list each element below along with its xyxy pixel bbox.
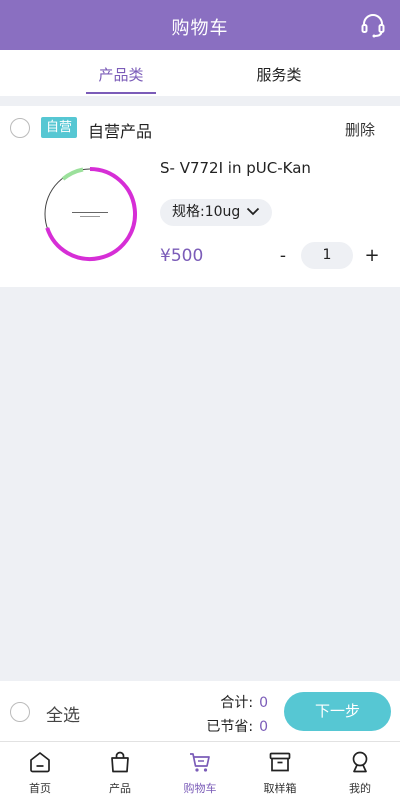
select-all-label[interactable]: 全选 [46, 701, 80, 726]
quantity-input[interactable]: 1 [301, 242, 353, 269]
box-icon [269, 752, 291, 772]
total-row: 合计: 0 [220, 692, 268, 712]
product-price: ¥500 [160, 246, 204, 266]
page-title: 购物车 [171, 18, 229, 39]
checkout-bar: 全选 合计: 0 已节省: 0 下一步 [0, 681, 400, 741]
self-operated-tag: 自营 [41, 117, 78, 138]
bag-icon [111, 751, 129, 773]
tabbar-item-cart[interactable]: 购物车 [160, 742, 240, 800]
saved-value: 0 [259, 719, 268, 735]
headset-icon[interactable] [360, 12, 386, 38]
active-tab-indicator [86, 92, 156, 94]
spec-selector[interactable]: 规格:10ug [160, 199, 273, 226]
tabbar-item-sample-box[interactable]: 取样箱 [240, 742, 320, 800]
tab-products[interactable]: 产品类 [81, 64, 161, 85]
tabbar-item-products[interactable]: 产品 [80, 742, 160, 800]
tabbar-item-home[interactable]: 首页 [0, 742, 80, 800]
total-label: 合计: [220, 695, 254, 711]
chevron-down-icon [247, 207, 260, 216]
select-all-radio[interactable] [10, 702, 30, 722]
saved-label: 已节省: [206, 719, 254, 735]
tabbar-label-profile: 我的 [349, 782, 371, 795]
increase-quantity-button[interactable]: + [364, 245, 380, 266]
cart-icon [190, 753, 210, 772]
group-title: 自营产品 [88, 122, 153, 141]
delete-button[interactable]: 删除 [345, 119, 375, 140]
tabbar-item-profile[interactable]: 我的 [320, 742, 400, 800]
tabbar-label-home: 首页 [29, 782, 51, 795]
plasmid-map-thumbnail[interactable] [38, 162, 142, 266]
home-icon [30, 752, 50, 773]
next-step-button[interactable]: 下一步 [284, 692, 391, 731]
spec-label: 规格:10ug [172, 204, 241, 220]
saved-row: 已节省: 0 [206, 716, 268, 736]
bottom-tab-bar: 首页 产品 购物车 取样箱 我的 [0, 741, 400, 800]
tabbar-label-cart: 购物车 [183, 782, 217, 795]
tabbar-label-products: 产品 [109, 782, 131, 795]
category-tabs: 产品类 服务类 [0, 50, 400, 96]
tabbar-label-sample-box: 取样箱 [263, 782, 297, 795]
app-header: 购物车 [0, 0, 400, 50]
user-icon [352, 751, 368, 773]
total-value: 0 [259, 695, 268, 711]
cart-group-card: 自营 自营产品 删除 S- V772I in pUC-Kan 规格:10ug ¥… [0, 106, 400, 287]
tab-services[interactable]: 服务类 [239, 64, 319, 85]
decrease-quantity-button[interactable]: - [276, 246, 290, 266]
group-select-radio[interactable] [10, 118, 30, 138]
product-name[interactable]: S- V772I in pUC-Kan [160, 159, 311, 177]
